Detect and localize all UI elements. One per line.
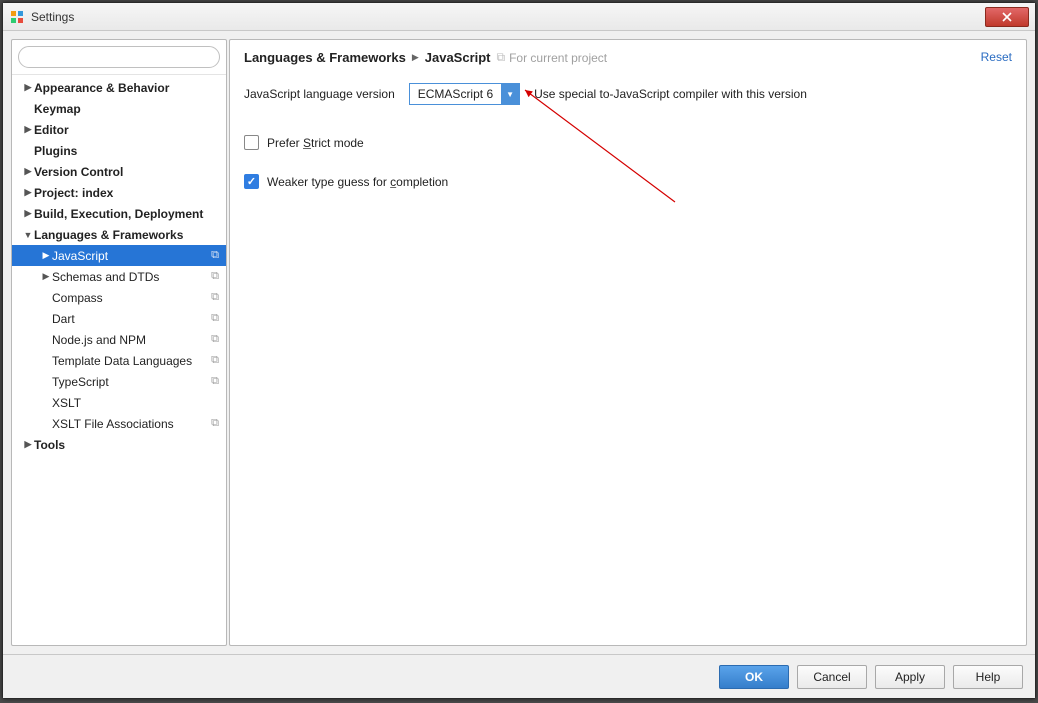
chevron-right-icon: ▶ xyxy=(22,82,34,93)
tree-item[interactable]: Compass⧉ xyxy=(12,287,226,308)
ok-button[interactable]: OK xyxy=(719,665,789,689)
tree-item[interactable]: Keymap xyxy=(12,98,226,119)
tree-item[interactable]: ▶Build, Execution, Deployment xyxy=(12,203,226,224)
tree-item-label: Keymap xyxy=(34,102,222,116)
tree-item-label: Plugins xyxy=(34,144,222,158)
button-bar: OK Cancel Apply Help xyxy=(3,654,1035,698)
lang-version-row: JavaScript language version ECMAScript 6… xyxy=(244,83,1012,105)
settings-window: Settings ▶Appearance & BehaviorKeymap▶Ed… xyxy=(2,2,1036,699)
tree-item-label: Node.js and NPM xyxy=(52,333,208,347)
weaker-type-row: Weaker type guess for completion xyxy=(244,174,1012,189)
copy-icon: ⧉ xyxy=(497,50,506,65)
strict-mode-checkbox[interactable] xyxy=(244,135,259,150)
tree-item-label: Languages & Frameworks xyxy=(34,228,222,242)
tree-item[interactable]: ▶Editor xyxy=(12,119,226,140)
content-area: ▶Appearance & BehaviorKeymap▶EditorPlugi… xyxy=(3,31,1035,654)
apply-button[interactable]: Apply xyxy=(875,665,945,689)
project-scope-icon: ⧉ xyxy=(208,375,222,389)
project-scope-icon: ⧉ xyxy=(208,333,222,347)
strict-mode-label[interactable]: Prefer Strict mode xyxy=(267,136,364,150)
window-title: Settings xyxy=(31,10,985,24)
chevron-right-icon: ▶ xyxy=(22,187,34,198)
settings-tree[interactable]: ▶Appearance & BehaviorKeymap▶EditorPlugi… xyxy=(12,75,226,645)
tree-item-label: Dart xyxy=(52,312,208,326)
tree-item[interactable]: Node.js and NPM⧉ xyxy=(12,329,226,350)
lang-version-select[interactable]: ECMAScript 6 ▼ xyxy=(409,83,520,105)
tree-item[interactable]: Plugins xyxy=(12,140,226,161)
tree-item[interactable]: XSLT File Associations⧉ xyxy=(12,413,226,434)
close-button[interactable] xyxy=(985,7,1029,27)
tree-item[interactable]: ▶Version Control xyxy=(12,161,226,182)
tree-item-label: Template Data Languages xyxy=(52,354,208,368)
project-scope-icon: ⧉ xyxy=(208,249,222,263)
chevron-right-icon: ▶ xyxy=(412,52,419,63)
close-icon xyxy=(1002,12,1012,22)
breadcrumb-parent[interactable]: Languages & Frameworks xyxy=(244,50,406,65)
project-scope-icon: ⧉ xyxy=(208,354,222,368)
project-scope-icon: ⧉ xyxy=(208,312,222,326)
cancel-button[interactable]: Cancel xyxy=(797,665,867,689)
chevron-right-icon: ▶ xyxy=(22,166,34,177)
titlebar: Settings xyxy=(3,3,1035,31)
strict-mode-row: Prefer Strict mode xyxy=(244,135,1012,150)
sidebar: ▶Appearance & BehaviorKeymap▶EditorPlugi… xyxy=(11,39,227,646)
chevron-right-icon: ▶ xyxy=(22,208,34,219)
project-scope-icon: ⧉ xyxy=(208,270,222,284)
tree-item[interactable]: Dart⧉ xyxy=(12,308,226,329)
tree-item[interactable]: ▶Schemas and DTDs⧉ xyxy=(12,266,226,287)
project-scope-icon: ⧉ xyxy=(208,291,222,305)
help-button[interactable]: Help xyxy=(953,665,1023,689)
reset-link[interactable]: Reset xyxy=(981,50,1012,64)
tree-item-label: Version Control xyxy=(34,165,222,179)
tree-item[interactable]: Template Data Languages⧉ xyxy=(12,350,226,371)
tree-item-label: JavaScript xyxy=(52,249,208,263)
weaker-type-checkbox[interactable] xyxy=(244,174,259,189)
chevron-right-icon: ▶ xyxy=(40,271,52,282)
tree-item[interactable]: ▶Project: index xyxy=(12,182,226,203)
tree-item-label: Schemas and DTDs xyxy=(52,270,208,284)
tree-item-label: TypeScript xyxy=(52,375,208,389)
breadcrumb-current: JavaScript xyxy=(425,50,491,65)
breadcrumb: Languages & Frameworks ▶ JavaScript ⧉ Fo… xyxy=(244,50,1012,65)
dropdown-icon: ▼ xyxy=(501,84,519,104)
weaker-type-label[interactable]: Weaker type guess for completion xyxy=(267,175,448,189)
chevron-right-icon: ▶ xyxy=(40,250,52,261)
tree-item[interactable]: ▼Languages & Frameworks xyxy=(12,224,226,245)
tree-item-label: XSLT xyxy=(52,396,222,410)
chevron-right-icon: ▶ xyxy=(22,124,34,135)
tree-item-label: Appearance & Behavior xyxy=(34,81,222,95)
tree-item[interactable]: ▶Tools xyxy=(12,434,226,455)
tree-item-label: Compass xyxy=(52,291,208,305)
tree-item[interactable]: TypeScript⧉ xyxy=(12,371,226,392)
search-input[interactable] xyxy=(18,46,220,68)
main-panel: Languages & Frameworks ▶ JavaScript ⧉ Fo… xyxy=(229,39,1027,646)
tree-item-label: Editor xyxy=(34,123,222,137)
tree-item-label: Build, Execution, Deployment xyxy=(34,207,222,221)
tree-item-label: Tools xyxy=(34,438,222,452)
lang-version-label: JavaScript language version xyxy=(244,87,395,101)
compiler-hint: Use special to-JavaScript compiler with … xyxy=(534,87,807,101)
lang-version-value: ECMAScript 6 xyxy=(410,84,501,104)
tree-item-label: Project: index xyxy=(34,186,222,200)
search-area xyxy=(12,40,226,75)
tree-item[interactable]: XSLT xyxy=(12,392,226,413)
tree-item-label: XSLT File Associations xyxy=(52,417,208,431)
project-scope-icon: ⧉ xyxy=(208,417,222,431)
chevron-right-icon: ▶ xyxy=(22,439,34,450)
tree-item[interactable]: ▶Appearance & Behavior xyxy=(12,77,226,98)
chevron-down-icon: ▼ xyxy=(22,230,34,240)
scope-hint: ⧉ For current project xyxy=(497,50,608,65)
tree-item[interactable]: ▶JavaScript⧉ xyxy=(12,245,226,266)
app-icon xyxy=(9,9,25,25)
